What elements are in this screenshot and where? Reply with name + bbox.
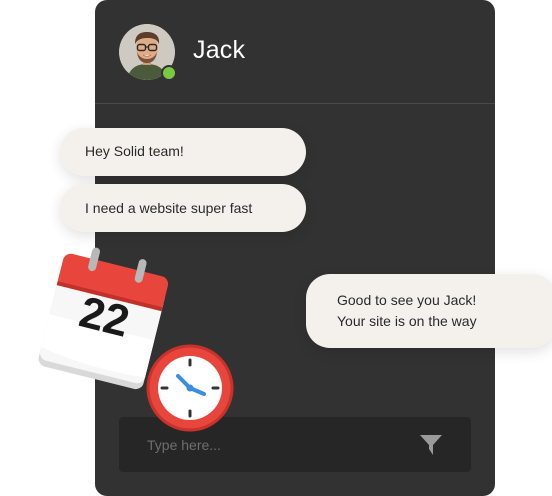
chat-header: Jack	[95, 0, 495, 104]
alarm-clock-icon	[146, 344, 234, 432]
message-text-line: Good to see you Jack!	[337, 292, 477, 308]
avatar[interactable]	[119, 24, 177, 81]
contact-name: Jack	[193, 36, 246, 64]
message-bubble-incoming: Hey Solid team!	[60, 128, 306, 176]
message-text: I need a website super fast	[85, 200, 253, 216]
message-input[interactable]	[147, 435, 407, 455]
message-text: Hey Solid team!	[85, 143, 184, 159]
online-status-dot	[161, 65, 177, 81]
send-icon[interactable]	[419, 434, 443, 456]
message-bubble-outgoing: Good to see you Jack! Your site is on th…	[306, 274, 552, 348]
message-bubble-incoming: I need a website super fast	[60, 184, 306, 232]
message-text-line: Your site is on the way	[337, 313, 477, 329]
